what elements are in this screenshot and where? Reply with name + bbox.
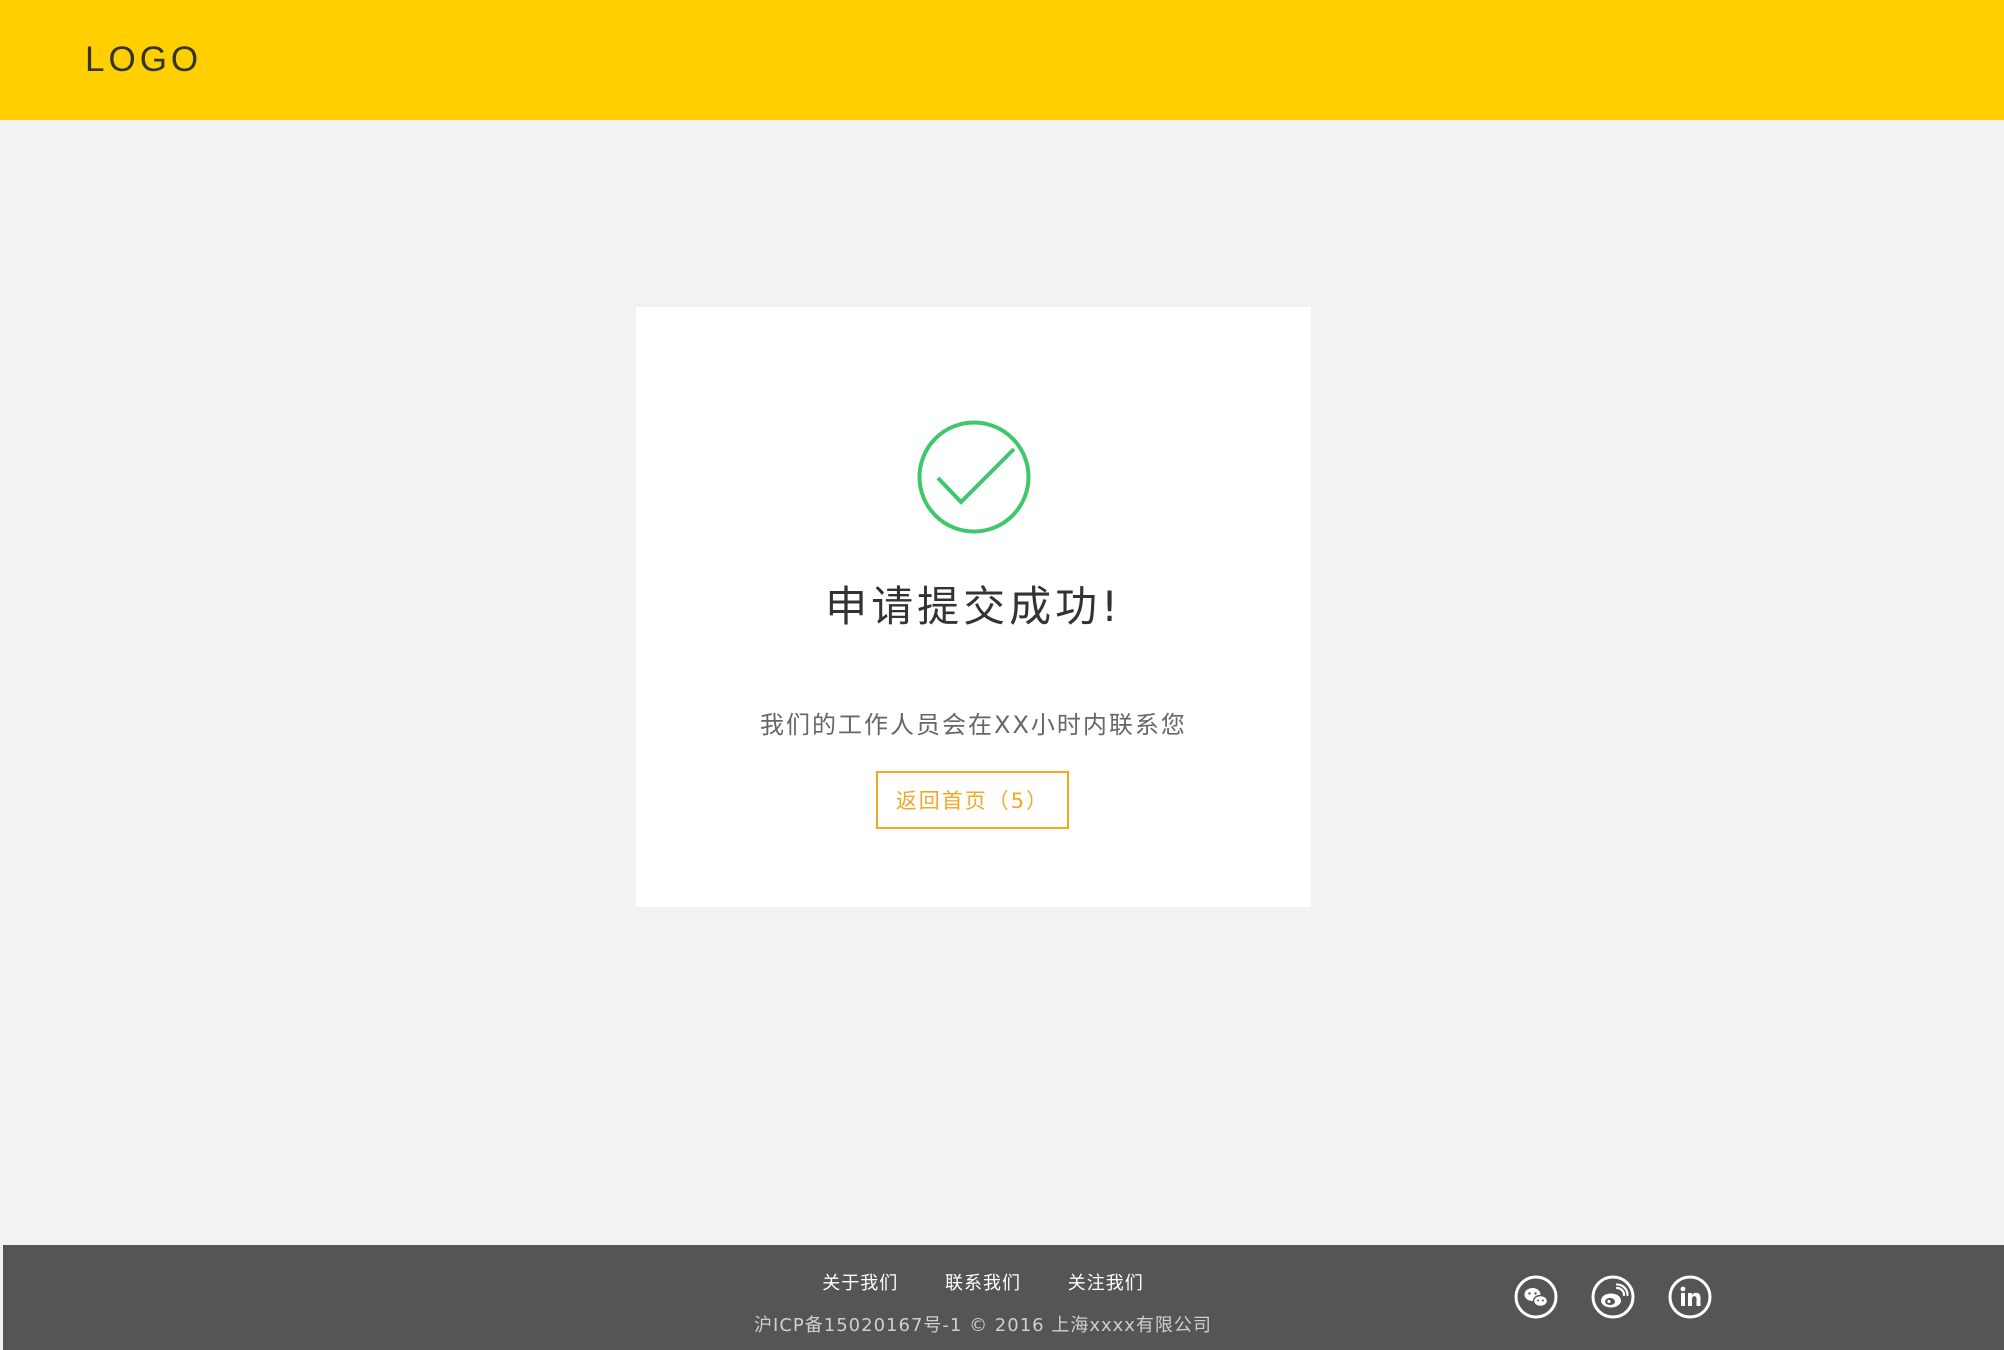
contact-message: 我们的工作人员会在XX小时内联系您 [760,711,1187,739]
page-footer: 关于我们 联系我们 关注我们 沪ICP备15020167号-1 © 2016 上… [3,1245,2004,1350]
linkedin-icon[interactable] [1668,1275,1712,1319]
wechat-icon[interactable] [1514,1275,1558,1319]
logo[interactable]: LOGO [85,38,202,82]
success-card: 申请提交成功! 我们的工作人员会在XX小时内联系您 返回首页（5） [636,307,1311,907]
back-home-button[interactable]: 返回首页（5） [876,771,1069,829]
check-circle-icon [917,420,1031,534]
success-title: 申请提交成功! [825,582,1122,631]
weibo-icon[interactable] [1591,1275,1635,1319]
top-header: LOGO [0,0,2004,120]
footer-link-about[interactable]: 关于我们 [822,1271,898,1297]
footer-link-contact[interactable]: 联系我们 [945,1271,1021,1297]
footer-link-follow[interactable]: 关注我们 [1068,1271,1144,1297]
